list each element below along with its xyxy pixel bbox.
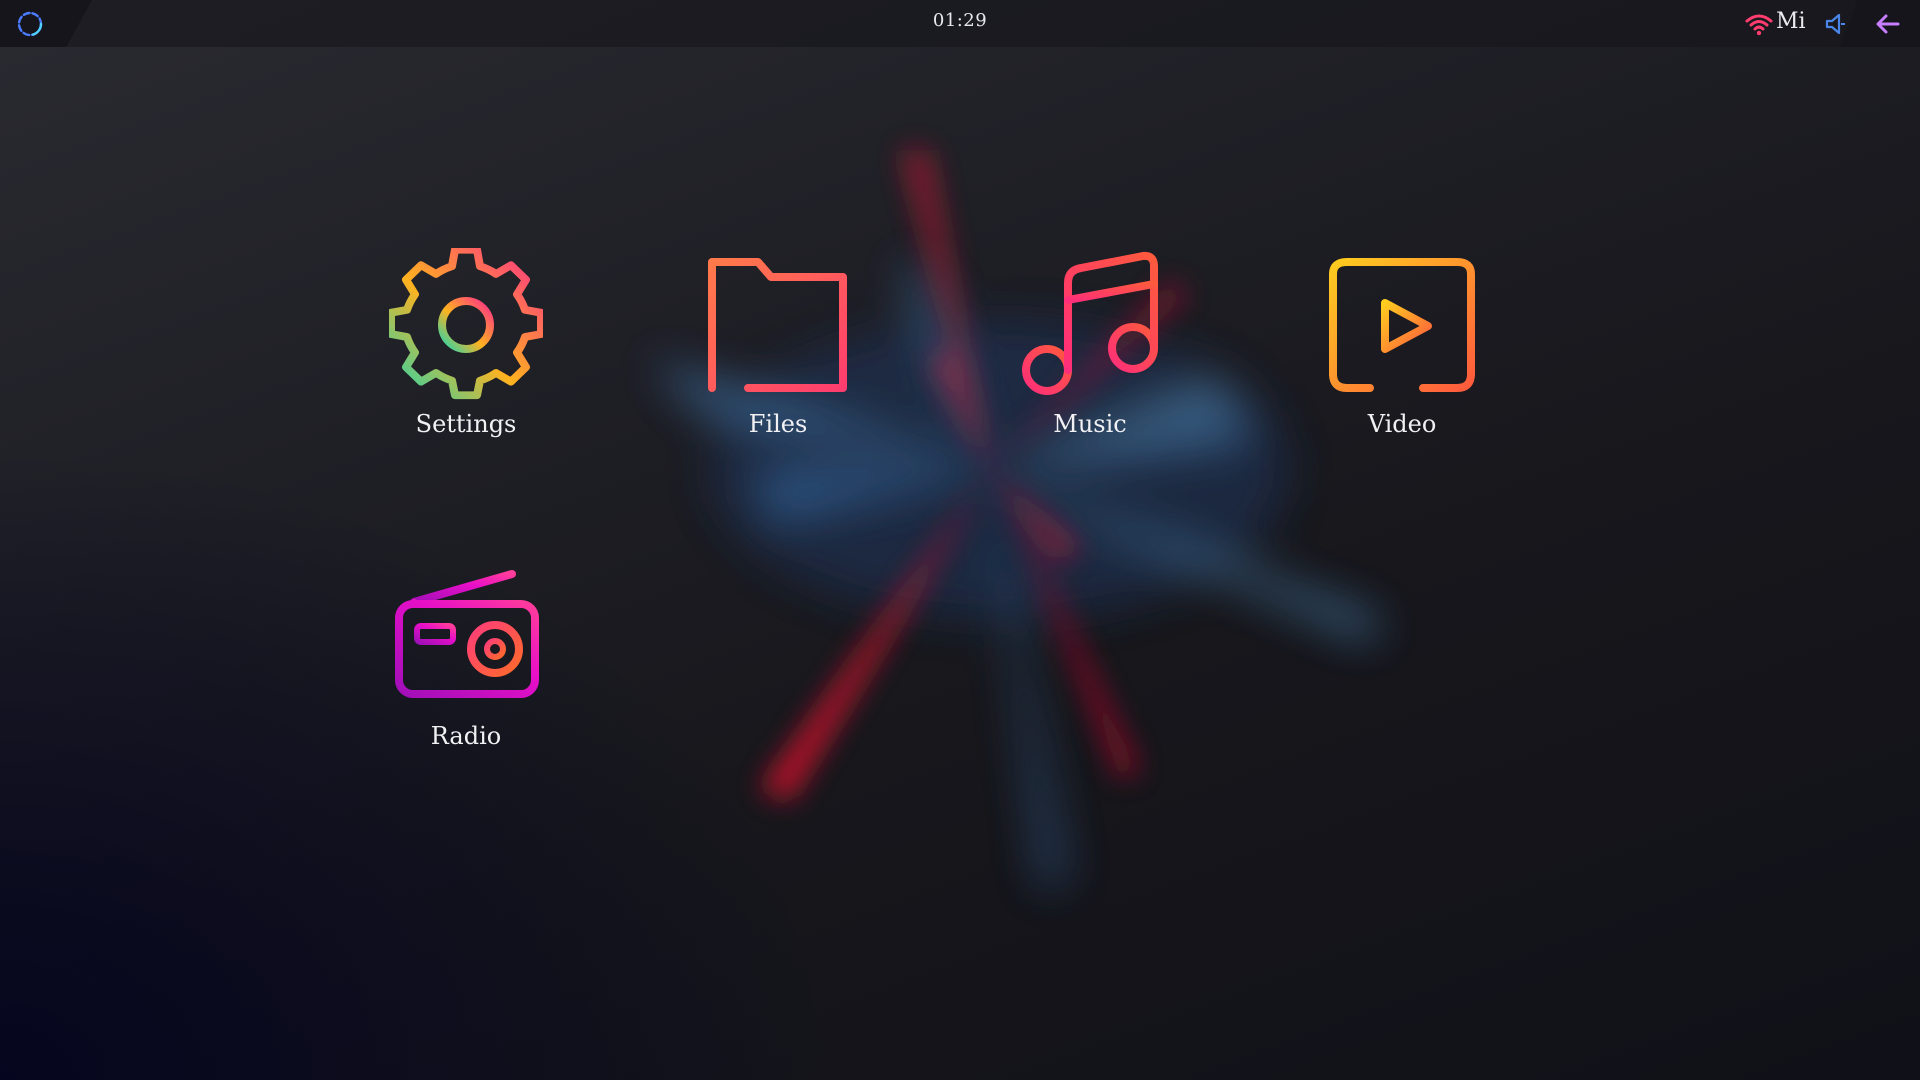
app-video[interactable]: Video xyxy=(1282,248,1522,478)
folder-icon xyxy=(708,258,847,392)
app-radio[interactable]: Radio xyxy=(346,560,586,790)
video-play-icon xyxy=(1329,258,1475,392)
background-burst xyxy=(650,150,1380,890)
app-files[interactable]: Files xyxy=(658,248,898,478)
desktop-screen: 01:29 Mi Settings Files Music Video Radi… xyxy=(0,0,1920,1080)
app-label-music: Music xyxy=(1053,410,1127,438)
app-label-video: Video xyxy=(1367,410,1437,438)
app-label-files: Files xyxy=(748,410,808,438)
app-label-settings: Settings xyxy=(415,410,517,438)
radio-icon xyxy=(395,570,539,698)
music-note-icon xyxy=(1022,251,1158,395)
back-arrow-icon[interactable] xyxy=(1874,13,1900,35)
wifi-icon[interactable] xyxy=(1745,12,1773,36)
volume-icon[interactable] xyxy=(1824,12,1848,36)
app-music[interactable]: Music xyxy=(970,248,1210,478)
gear-icon xyxy=(389,248,543,400)
clock: 01:29 xyxy=(932,10,988,31)
network-name: Mi xyxy=(1776,9,1806,34)
app-label-radio: Radio xyxy=(430,722,502,750)
app-settings[interactable]: Settings xyxy=(346,248,586,478)
